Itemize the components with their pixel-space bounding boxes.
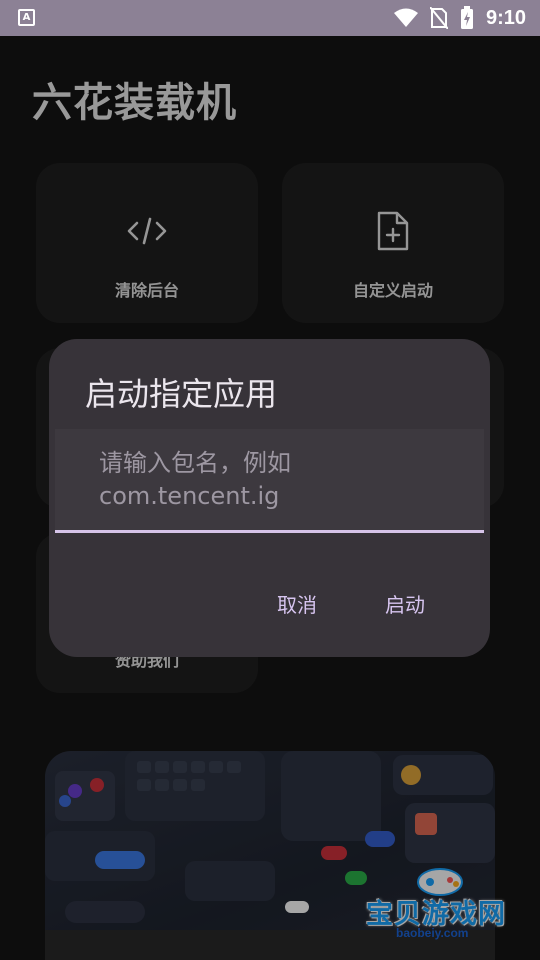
clock: 9:10 [485,6,526,29]
launch-button[interactable]: 启动 [377,583,433,624]
package-name-placeholder: 请输入包名，例如 com.tencent.ig [99,449,291,510]
wifi-icon [393,8,418,27]
launch-app-dialog: 启动指定应用 请输入包名，例如 com.tencent.ig 取消 启动 [49,339,490,657]
dialog-title: 启动指定应用 [85,375,278,413]
cancel-button[interactable]: 取消 [269,583,325,624]
no-sim-icon [429,7,448,29]
status-bar: A 9:10 [0,0,540,36]
app-notification-icon: A [18,9,35,26]
battery-charging-icon [460,6,473,29]
package-name-input[interactable]: 请输入包名，例如 com.tencent.ig [55,429,484,533]
